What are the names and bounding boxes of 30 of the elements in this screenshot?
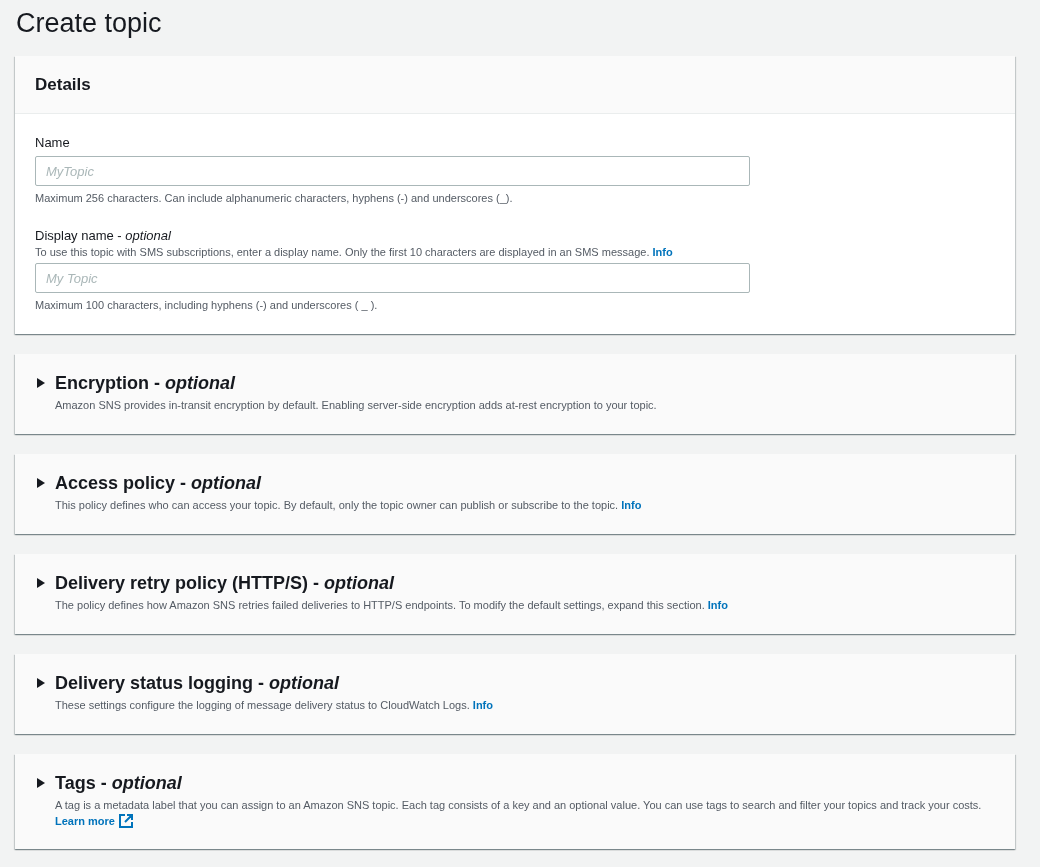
learn-more-link[interactable]: Learn more: [55, 813, 133, 829]
caret-right-icon[interactable]: [35, 577, 47, 589]
field-description: To use this topic with SMS subscriptions, enter a display name. Only the first 10 characters are displayed in an SMS message. Info: [35, 245, 674, 259]
caret-right-icon[interactable]: [35, 677, 47, 689]
info-link[interactable]: Info: [652, 246, 673, 258]
caret-right-icon[interactable]: [35, 477, 47, 489]
text-input-field[interactable]: MyTopic: [35, 156, 750, 186]
caret-right-icon[interactable]: [35, 777, 47, 789]
section-description: A tag is a metadata label that you can assign to an Amazon SNS topic. Each tag consists of a key and an optional value. You can use tags to search and filter your topics and track your costs. Learn more: [55, 798, 983, 829]
section-title[interactable]: Delivery status logging - optional: [55, 672, 340, 694]
caret-right-icon[interactable]: [35, 377, 47, 389]
section-heading: Details: [35, 73, 91, 96]
text-input-field[interactable]: My Topic: [35, 263, 750, 293]
section-description: Amazon SNS provides in-transit encryption by default. Enabling server-side encryption adds at-rest encryption to your topic.: [55, 398, 658, 413]
info-link[interactable]: Info: [707, 597, 728, 613]
field-label: Display name - optional: [35, 227, 172, 245]
section-description: This policy defines who can access your topic. By default, only the topic owner can publish or subscribe to the topic. Info: [55, 497, 643, 513]
section-description: These settings configure the logging of message delivery status to CloudWatch Logs. Info: [55, 697, 494, 713]
external-link-icon: [118, 814, 133, 828]
info-link[interactable]: Info: [621, 497, 642, 513]
field-constraint-text: Maximum 100 characters, including hyphens (-) and underscores ( _ ).: [35, 298, 379, 312]
section-title[interactable]: Encryption - optional: [55, 372, 235, 394]
section-title[interactable]: Tags - optional: [55, 772, 182, 794]
section-title[interactable]: Delivery retry policy (HTTP/S) - optional: [55, 572, 395, 594]
section-title[interactable]: Access policy - optional: [55, 472, 262, 494]
info-link[interactable]: Info: [472, 697, 493, 713]
field-label: Name: [35, 134, 71, 152]
section-description: The policy defines how Amazon SNS retries failed deliveries to HTTP/S endpoints. To modify the default settings, expand this section. Info: [55, 597, 729, 613]
page-title: Create topic: [16, 7, 163, 40]
field-constraint-text: Maximum 256 characters. Can include alphanumeric characters, hyphens (-) and underscores (_).: [35, 191, 514, 205]
